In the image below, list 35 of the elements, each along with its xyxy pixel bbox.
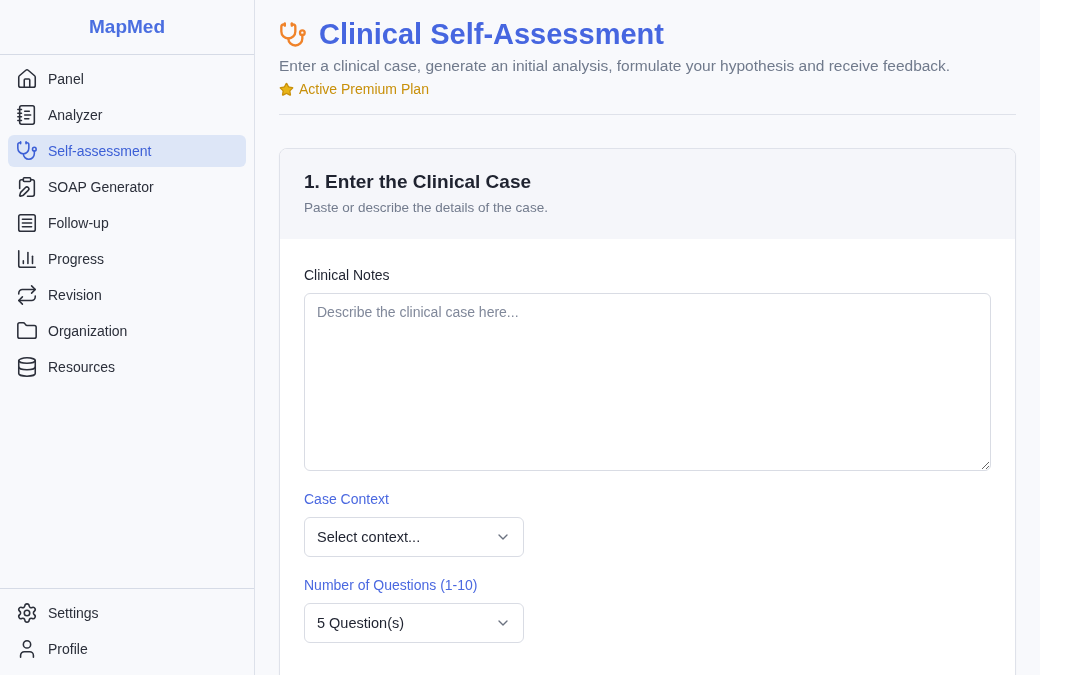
sidebar-item[interactable]: Organization xyxy=(8,315,246,347)
house-icon xyxy=(16,68,38,90)
select-dropdown[interactable]: Select context... xyxy=(304,517,524,557)
card-subtitle: Paste or describe the details of the case. xyxy=(304,200,549,215)
page-title: Clinical Self-Assessment xyxy=(319,18,664,51)
clipboard-pen-icon xyxy=(16,176,38,198)
field-label: Case Context xyxy=(304,491,390,507)
select-dropdown[interactable]: 5 Question(s) xyxy=(304,603,524,643)
database-icon xyxy=(16,356,38,378)
document-icon xyxy=(16,212,38,234)
sidebar-item[interactable]: SOAP Generator xyxy=(8,171,246,203)
bar-chart-icon xyxy=(16,248,38,270)
page-subtitle: Enter a clinical case, generate an initial analysis, formulate your hypothesis and receive feedback. xyxy=(279,57,952,75)
sidebar-item[interactable]: Resources xyxy=(8,351,246,383)
stethoscope-icon xyxy=(16,140,38,162)
sidebar-item[interactable]: Self-assessment xyxy=(8,135,246,167)
sidebar-item[interactable]: Panel xyxy=(8,63,246,95)
plan-status-text: Active Premium Plan xyxy=(299,81,429,97)
sidebar-item[interactable]: Revision xyxy=(8,279,246,311)
clinical-notes-field[interactable]: Describe the clinical case here... xyxy=(304,293,991,471)
sidebar-item[interactable]: Analyzer xyxy=(8,99,246,131)
folder-icon xyxy=(16,320,38,342)
sidebar-item[interactable]: Follow-up xyxy=(8,207,246,239)
sidebar-item[interactable]: Settings xyxy=(8,597,246,629)
sidebar-item[interactable]: Progress xyxy=(8,243,246,275)
app-logo-text: MapMed xyxy=(89,16,165,38)
notebook-icon xyxy=(16,104,38,126)
star-icon xyxy=(279,81,294,97)
sidebar-item[interactable]: Profile xyxy=(8,633,246,665)
settings-icon xyxy=(16,602,38,624)
repeat-arrows-icon xyxy=(16,284,38,306)
card-title: 1. Enter the Clinical Case xyxy=(304,171,533,193)
field-label: Clinical Notes xyxy=(304,267,391,283)
stethoscope-icon xyxy=(279,20,307,49)
field-label: Number of Questions (1-10) xyxy=(304,577,479,593)
